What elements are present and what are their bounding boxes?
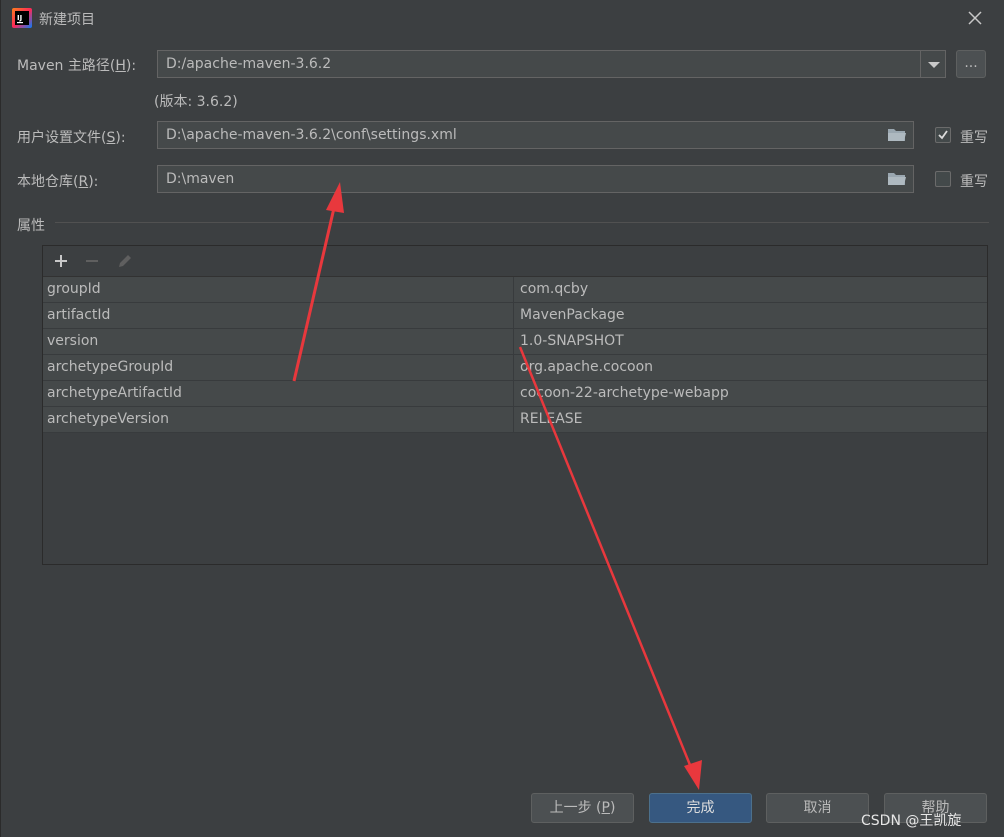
properties-section-label: 属性	[17, 218, 45, 234]
local-repo-input[interactable]: D:\maven	[157, 165, 914, 193]
title-bar: IJ 新建项目	[1, 0, 1004, 36]
local-repo-override-label: 重写	[960, 174, 988, 190]
table-row[interactable]: version 1.0-SNAPSHOT	[43, 329, 987, 355]
maven-home-label: Maven 主路径(H):	[17, 58, 137, 74]
properties-panel: groupId com.qcby artifactId MavenPackage ver…	[42, 245, 988, 565]
property-key-cell[interactable]: archetypeVersion	[43, 407, 514, 432]
user-settings-label: 用户设置文件(S):	[17, 130, 126, 146]
folder-icon[interactable]	[887, 171, 907, 187]
user-settings-override-label: 重写	[960, 130, 988, 146]
maven-version-text: (版本: 3.6.2)	[154, 94, 238, 110]
properties-toolbar	[43, 246, 987, 277]
property-value-cell[interactable]: 1.0-SNAPSHOT	[515, 329, 987, 354]
folder-icon[interactable]	[887, 127, 907, 143]
dialog-title: 新建项目	[39, 12, 95, 28]
edit-icon[interactable]	[117, 253, 133, 269]
previous-button[interactable]: 上一步 (P)	[531, 793, 634, 823]
watermark: CSDN @王凯旋	[861, 813, 962, 829]
new-project-dialog: IJ 新建项目 Maven 主路径(H): D:/apache-maven-3.…	[0, 0, 1004, 837]
property-key-cell[interactable]: archetypeGroupId	[43, 355, 514, 380]
table-row[interactable]: artifactId MavenPackage	[43, 303, 987, 329]
property-key-cell[interactable]: version	[43, 329, 514, 354]
maven-home-input[interactable]: D:/apache-maven-3.6.2	[157, 50, 921, 78]
finish-button[interactable]: 完成	[649, 793, 752, 823]
add-icon[interactable]	[53, 253, 69, 269]
user-settings-input[interactable]: D:\apache-maven-3.6.2\conf\settings.xml	[157, 121, 914, 149]
user-settings-override-checkbox[interactable]	[935, 127, 951, 143]
table-row[interactable]: archetypeArtifactId cocoon-22-archetype-w…	[43, 381, 987, 407]
table-row[interactable]: archetypeGroupId org.apache.cocoon	[43, 355, 987, 381]
cancel-button[interactable]: 取消	[766, 793, 869, 823]
property-value-cell[interactable]: cocoon-22-archetype-webapp	[515, 381, 987, 406]
intellij-icon: IJ	[12, 8, 32, 28]
maven-home-browse-button[interactable]: ...	[956, 50, 986, 78]
property-value-cell[interactable]: org.apache.cocoon	[515, 355, 987, 380]
checkmark-icon	[938, 130, 948, 140]
property-key-cell[interactable]: archetypeArtifactId	[43, 381, 514, 406]
svg-text:IJ: IJ	[17, 14, 22, 22]
maven-home-dropdown-button[interactable]	[920, 50, 946, 78]
property-key-cell[interactable]: artifactId	[43, 303, 514, 328]
property-value-cell[interactable]: com.qcby	[515, 277, 987, 302]
table-row[interactable]: groupId com.qcby	[43, 277, 987, 303]
local-repo-label: 本地仓库(R):	[17, 174, 99, 190]
properties-table: groupId com.qcby artifactId MavenPackage ver…	[43, 277, 987, 433]
local-repo-override-checkbox[interactable]	[935, 171, 951, 187]
remove-icon[interactable]	[84, 253, 100, 269]
property-key-cell[interactable]: groupId	[43, 277, 514, 302]
property-value-cell[interactable]: RELEASE	[515, 407, 987, 432]
section-divider	[55, 222, 989, 223]
table-row[interactable]: archetypeVersion RELEASE	[43, 407, 987, 433]
close-icon[interactable]	[965, 8, 985, 28]
property-value-cell[interactable]: MavenPackage	[515, 303, 987, 328]
